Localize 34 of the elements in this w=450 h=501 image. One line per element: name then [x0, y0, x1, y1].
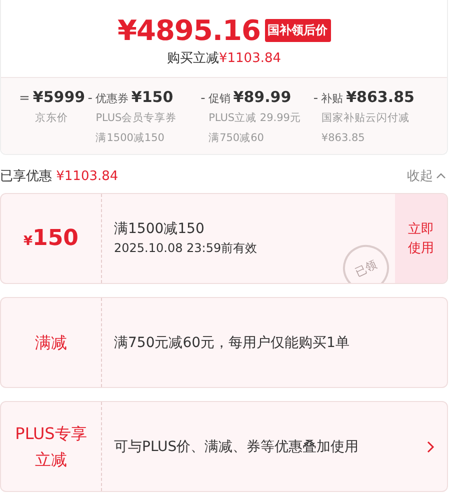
operator-sign: =: [19, 91, 30, 106]
operator-sign: -: [313, 91, 318, 106]
enjoyed-discount: 已享优惠 ¥1103.84: [0, 168, 118, 185]
promo-card[interactable]: PLUS专享立减 可与PLUS价、满减、券等优惠叠加使用: [0, 401, 448, 492]
coupon-validity: 2025.10.08 23:59前有效: [114, 240, 258, 257]
breakdown-label: 促销: [208, 91, 230, 106]
breakdown-amount: ¥89.99: [233, 88, 292, 106]
collapse-button[interactable]: 收起: [407, 167, 446, 185]
use-now-button[interactable]: 立即使用: [395, 194, 447, 283]
promo-card[interactable]: 满减 满750元减60元，每用户仅能购买1单: [0, 297, 448, 388]
breakdown-amount: ¥863.85: [346, 88, 414, 106]
breakdown-note: 京东价: [35, 112, 68, 124]
promo-text: 可与PLUS价、满减、券等优惠叠加使用: [114, 438, 360, 456]
breakdown-amount: ¥5999: [32, 88, 86, 106]
breakdown-note: 满750减60: [208, 132, 264, 144]
promo-label: PLUS专享立减: [14, 422, 88, 470]
breakdown-label: 补贴: [321, 91, 344, 106]
promo-text: 满750元减60元，每用户仅能购买1单: [114, 334, 350, 352]
coupon-title: 满1500减150: [114, 220, 206, 238]
price-tag: 国补领后价: [264, 19, 330, 42]
breakdown-note: ¥863.85: [321, 132, 365, 144]
operator-sign: -: [88, 91, 92, 106]
breakdown-note: 满1500减150: [96, 132, 164, 144]
breakdown-amount: ¥150: [131, 88, 174, 106]
breakdown-label: 优惠券: [95, 91, 128, 106]
breakdown-note: PLUS会员专享券: [96, 112, 177, 124]
chevron-up-icon: [436, 173, 446, 179]
breakdown-note: 国家补贴云闪付减: [321, 112, 410, 124]
saving-text: 购买立减¥1103.84: [166, 50, 282, 68]
operator-sign: -: [200, 91, 206, 106]
breakdown-note: PLUS立减 29.99元: [208, 112, 301, 124]
final-price: ¥4895.16: [117, 14, 260, 47]
promo-label: 满减: [34, 332, 68, 354]
coupon-amount: ¥150: [24, 226, 78, 251]
